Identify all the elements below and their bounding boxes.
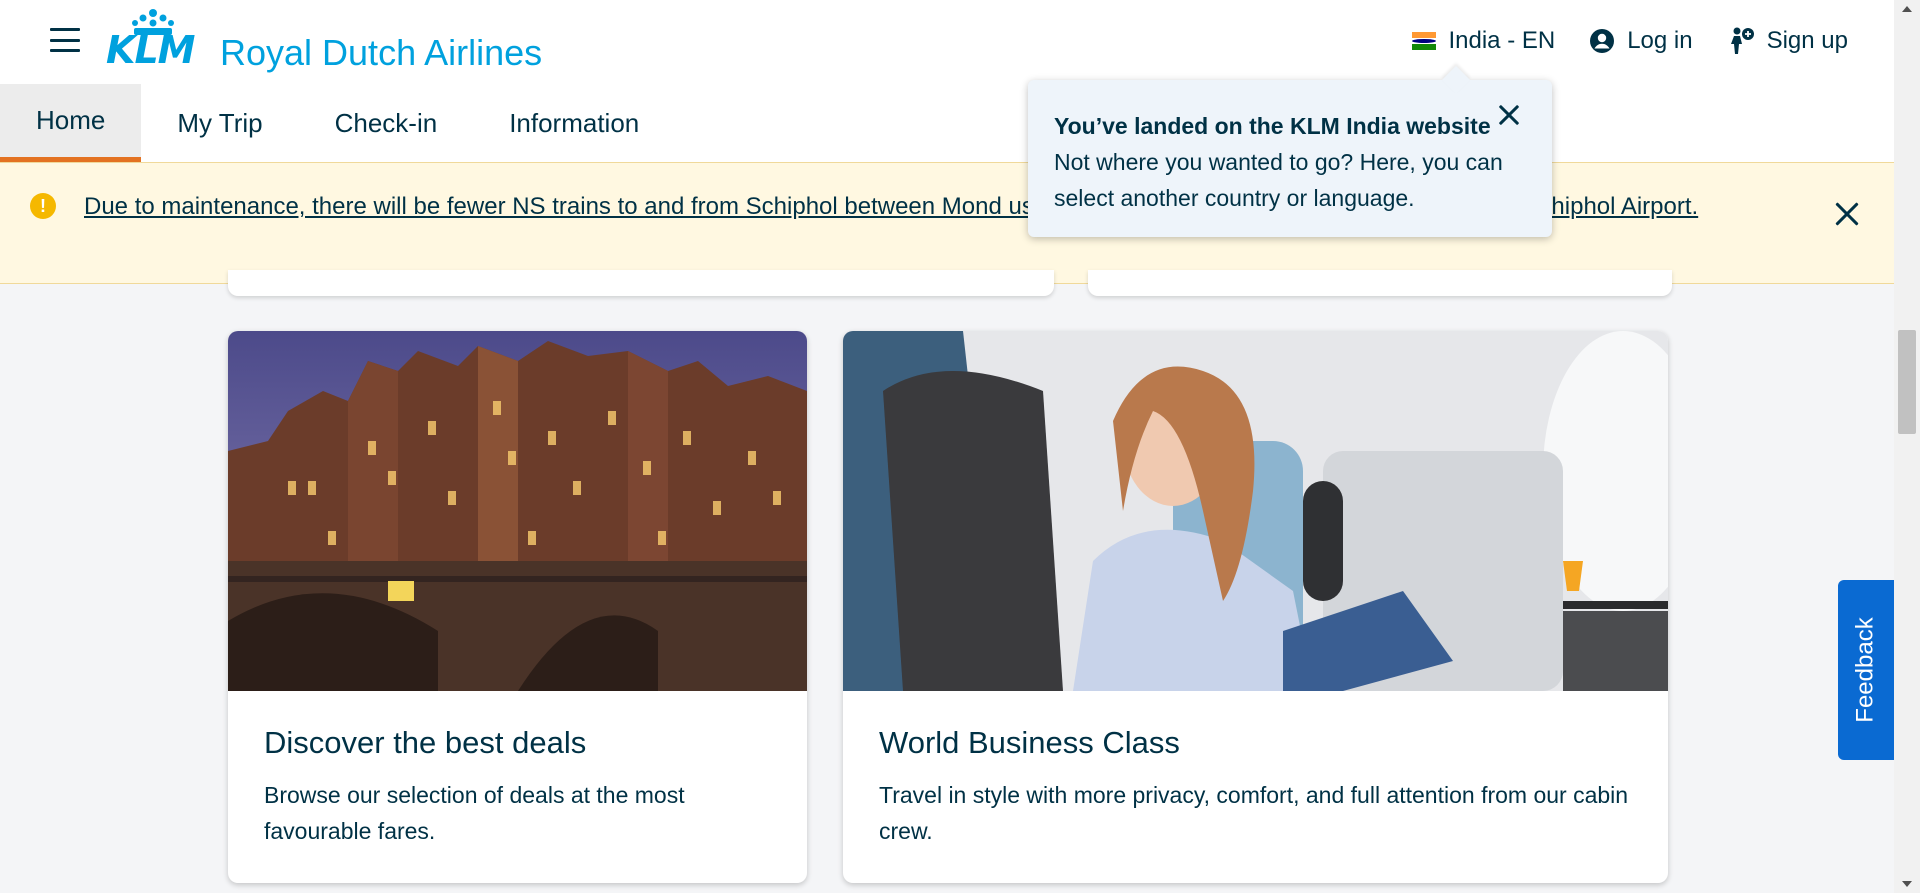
- warning-icon: !: [30, 193, 56, 219]
- brand-text: Royal Dutch Airlines: [220, 32, 543, 73]
- feedback-label: Feedback: [1852, 617, 1879, 723]
- tab-check-in[interactable]: Check-in: [299, 84, 474, 162]
- menu-icon[interactable]: [50, 28, 80, 52]
- user-circle-icon: [1590, 29, 1615, 53]
- close-icon: [1496, 102, 1522, 128]
- card-title: Discover the best deals: [264, 725, 587, 760]
- india-flag-icon: [1412, 32, 1437, 50]
- header-actions: India - EN Log in Sign up: [1412, 26, 1848, 56]
- site-header: KLM Royal Dutch Airlines India - EN Log …: [0, 0, 1894, 162]
- page-scrollbar[interactable]: [1894, 0, 1920, 893]
- previous-card-bottom: [228, 270, 1054, 296]
- scroll-thumb[interactable]: [1898, 330, 1916, 434]
- tab-information[interactable]: Information: [473, 84, 675, 162]
- scroll-up-icon[interactable]: [1902, 6, 1912, 12]
- klm-logo[interactable]: KLM Royal Dutch Airlines: [106, 8, 542, 73]
- tab-my-trip[interactable]: My Trip: [141, 84, 298, 162]
- main-nav: Home My Trip Check-in Information: [0, 84, 675, 162]
- business-class-image: [843, 331, 1668, 691]
- previous-card-bottom: [1088, 270, 1672, 296]
- scroll-down-icon[interactable]: [1902, 881, 1912, 887]
- maintenance-notice: ! Due to maintenance, there will be fewe…: [0, 162, 1894, 284]
- popover-body: Not where you wanted to go? Here, you ca…: [1054, 149, 1503, 211]
- deals-card[interactable]: Discover the best deals Browse our selec…: [228, 331, 807, 883]
- card-title: World Business Class: [879, 725, 1180, 760]
- signup-label: Sign up: [1766, 27, 1848, 54]
- tab-home[interactable]: Home: [0, 84, 142, 162]
- klm-wordmark: KLM: [106, 28, 195, 72]
- locale-label: India - EN: [1448, 27, 1556, 54]
- person-add-icon: [1730, 27, 1754, 54]
- business-class-card[interactable]: World Business Class Travel in style wit…: [843, 331, 1668, 883]
- locale-popover: You’ve landed on the KLM India website N…: [1028, 80, 1552, 237]
- login-link[interactable]: Log in: [1589, 27, 1693, 55]
- popover-close-button[interactable]: [1496, 102, 1522, 128]
- klm-logo-mark: KLM: [106, 8, 202, 72]
- signup-link[interactable]: Sign up: [1727, 26, 1848, 56]
- notice-close-button[interactable]: [1832, 199, 1862, 229]
- card-description: Browse our selection of deals at the mos…: [264, 782, 685, 844]
- login-label: Log in: [1627, 27, 1693, 54]
- locale-selector[interactable]: India - EN: [1412, 27, 1555, 55]
- card-description: Travel in style with more privacy, comfo…: [879, 782, 1629, 844]
- close-icon: [1832, 199, 1862, 229]
- feedback-button[interactable]: Feedback: [1838, 580, 1894, 760]
- amsterdam-canal-image: [228, 331, 807, 691]
- popover-title: You’ve landed on the KLM India website: [1054, 113, 1491, 139]
